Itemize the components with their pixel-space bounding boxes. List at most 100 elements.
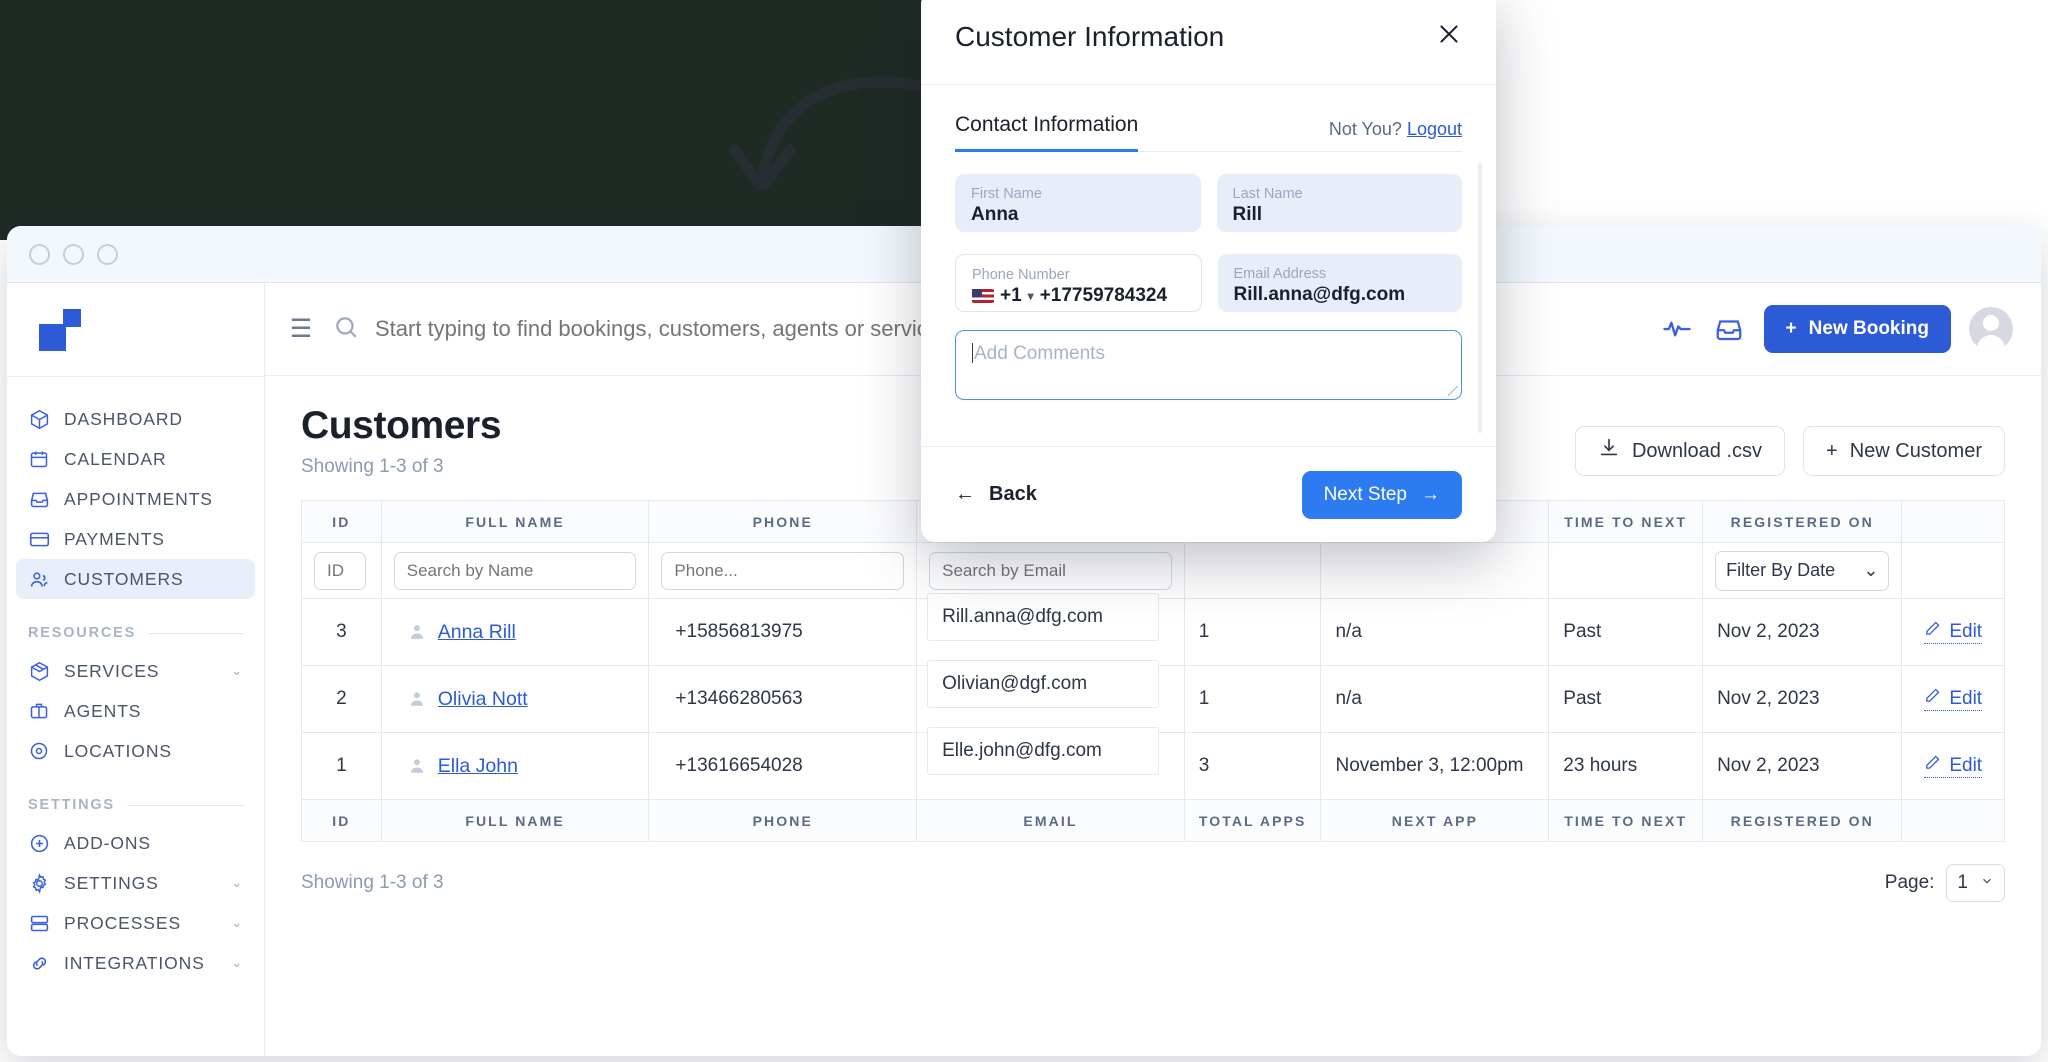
page-subtitle: Showing 1-3 of 3 bbox=[301, 456, 444, 477]
filter-name-input[interactable] bbox=[393, 551, 637, 590]
customer-name-link[interactable]: Ella John bbox=[438, 755, 518, 778]
page-value: 1 bbox=[1957, 872, 1968, 893]
phone-country-code: +1 bbox=[1000, 284, 1022, 306]
sidebar-divider bbox=[7, 376, 264, 377]
footer-email: EMAIL bbox=[916, 799, 1185, 842]
new-customer-button[interactable]: + New Customer bbox=[1803, 426, 2005, 476]
table-body: 3 Anna Rill +15856813975 Rill.anna@dfg.c… bbox=[301, 593, 2005, 800]
window-dot-minimize[interactable] bbox=[63, 243, 84, 265]
next-step-label: Next Step bbox=[1323, 483, 1407, 505]
curved-arrow-annotation bbox=[729, 76, 920, 190]
avatar[interactable] bbox=[1969, 307, 2013, 351]
footer-time-to-next: TIME TO NEXT bbox=[1548, 799, 1704, 842]
window-dot-maximize[interactable] bbox=[97, 243, 118, 265]
chevron-down-icon[interactable]: ⌄ bbox=[231, 955, 243, 971]
person-icon bbox=[408, 690, 426, 708]
column-header-actions bbox=[1901, 500, 2005, 543]
table-row[interactable]: 1 Ella John +13616654028 Elle.john@dfg.c… bbox=[301, 727, 2005, 800]
footer-registered-on: REGISTERED ON bbox=[1702, 799, 1903, 842]
column-header-phone[interactable]: PHONE bbox=[648, 500, 918, 543]
comments-textarea[interactable]: Add Comments bbox=[955, 330, 1462, 400]
sidebar-item-dashboard[interactable]: DASHBOARD bbox=[16, 399, 255, 439]
sidebar-item-appointments[interactable]: APPOINTMENTS bbox=[16, 479, 255, 519]
sidebar-item-calendar[interactable]: CALENDAR bbox=[16, 439, 255, 479]
table-footer-row: ID FULL NAME PHONE EMAIL TOTAL APPS NEXT… bbox=[301, 799, 2005, 842]
hamburger-icon[interactable]: ☰ bbox=[287, 314, 315, 344]
filter-by-date-select[interactable]: Filter By Date ⌄ bbox=[1715, 550, 1890, 591]
back-button[interactable]: ← Back bbox=[955, 483, 1037, 506]
cell-id: 1 bbox=[301, 732, 382, 800]
cell-next-app: November 3, 12:00pm bbox=[1320, 732, 1550, 800]
sidebar-item-agents[interactable]: AGENTS bbox=[16, 691, 255, 731]
filter-cell-name bbox=[380, 542, 650, 599]
table-row[interactable]: 3 Anna Rill +15856813975 Rill.anna@dfg.c… bbox=[301, 593, 2005, 666]
filter-email-input[interactable] bbox=[929, 551, 1172, 590]
email-address-field[interactable]: Email Address Rill.anna@dfg.com bbox=[1217, 254, 1462, 312]
footer-id: ID bbox=[301, 799, 382, 842]
pulse-icon[interactable] bbox=[1660, 312, 1694, 346]
customers-table: ID FULL NAME PHONE EMAIL TOTAL APPS NEXT… bbox=[301, 500, 2005, 842]
first-name-field[interactable]: First Name Anna bbox=[955, 174, 1201, 232]
column-header-registered-on[interactable]: REGISTERED ON bbox=[1702, 500, 1903, 543]
sidebar-item-payments[interactable]: PAYMENTS bbox=[16, 519, 255, 559]
person-icon bbox=[408, 757, 426, 775]
sidebar-item-customers[interactable]: CUSTOMERS bbox=[16, 559, 255, 599]
edit-button[interactable]: Edit bbox=[1924, 620, 1983, 644]
filter-phone-input[interactable] bbox=[661, 551, 905, 590]
customer-name-link[interactable]: Olivia Nott bbox=[438, 688, 528, 711]
sidebar-item-settings[interactable]: SETTINGS ⌄ bbox=[16, 863, 255, 903]
edit-button[interactable]: Edit bbox=[1924, 754, 1983, 778]
page-actions: Download .csv + New Customer bbox=[1574, 404, 2005, 476]
phone-number-field[interactable]: Phone Number +1 ▾ +17759784324 bbox=[955, 254, 1202, 312]
column-header-full-name[interactable]: FULL NAME bbox=[380, 500, 650, 543]
sidebar-item-services[interactable]: SERVICES ⌄ bbox=[16, 651, 255, 691]
cell-full-name: Anna Rill bbox=[380, 598, 650, 666]
chevron-down-icon[interactable]: ⌄ bbox=[231, 875, 243, 891]
next-step-button[interactable]: Next Step → bbox=[1301, 470, 1462, 519]
sidebar-group-label: SETTINGS bbox=[28, 797, 115, 813]
briefcase-icon bbox=[28, 700, 50, 722]
page-select[interactable]: 1 bbox=[1946, 864, 2005, 902]
cell-registered-on: Nov 2, 2023 bbox=[1702, 598, 1903, 666]
us-flag-icon bbox=[972, 288, 994, 303]
filter-cell-total-apps bbox=[1183, 542, 1322, 599]
filter-cell-id bbox=[301, 542, 382, 599]
chevron-down-icon[interactable]: ⌄ bbox=[231, 663, 243, 679]
group-divider bbox=[126, 804, 244, 806]
table-footer-bar: Showing 1-3 of 3 Page: 1 bbox=[301, 864, 2005, 902]
table-row[interactable]: 2 Olivia Nott +13466280563 Olivian@dgf.c… bbox=[301, 660, 2005, 733]
email-value: Elle.john@dfg.com bbox=[927, 727, 1160, 775]
sidebar-item-label: INTEGRATIONS bbox=[64, 952, 205, 973]
footer-total-apps: TOTAL APPS bbox=[1183, 799, 1322, 842]
sidebar-item-integrations[interactable]: INTEGRATIONS ⌄ bbox=[16, 943, 255, 983]
edit-button[interactable]: Edit bbox=[1924, 687, 1983, 711]
new-booking-button[interactable]: + New Booking bbox=[1763, 305, 1951, 353]
close-icon[interactable] bbox=[1436, 21, 1462, 53]
inbox-icon[interactable] bbox=[1712, 312, 1746, 346]
app-logo-icon[interactable] bbox=[39, 308, 81, 351]
logout-link[interactable]: Logout bbox=[1407, 119, 1462, 139]
pencil-icon bbox=[1924, 620, 1941, 643]
download-csv-button[interactable]: Download .csv bbox=[1574, 426, 1786, 476]
sidebar-item-add-ons[interactable]: ADD-ONS bbox=[16, 823, 255, 863]
column-header-id[interactable]: ID bbox=[301, 500, 382, 543]
modal-scrollbar[interactable] bbox=[1478, 163, 1482, 433]
arrow-right-icon: → bbox=[1421, 483, 1440, 505]
cube-icon bbox=[28, 408, 50, 430]
customer-name-link[interactable]: Anna Rill bbox=[438, 621, 516, 644]
tab-contact-information[interactable]: Contact Information bbox=[955, 113, 1139, 152]
window-dot-close[interactable] bbox=[29, 243, 50, 265]
phone-number-label: Phone Number bbox=[972, 267, 1070, 284]
download-csv-label: Download .csv bbox=[1631, 439, 1763, 462]
cell-next-app: n/a bbox=[1320, 598, 1550, 666]
chevron-down-icon[interactable]: ⌄ bbox=[231, 915, 243, 931]
column-header-time-to-next[interactable]: TIME TO NEXT bbox=[1548, 500, 1704, 543]
modal-footer: ← Back Next Step → bbox=[921, 446, 1496, 542]
new-booking-label: New Booking bbox=[1808, 318, 1929, 339]
filter-id-input[interactable] bbox=[314, 551, 366, 590]
last-name-field[interactable]: Last Name Rill bbox=[1216, 174, 1462, 232]
caret-down-icon[interactable]: ▾ bbox=[1028, 289, 1034, 303]
sidebar-item-label: AGENTS bbox=[64, 700, 142, 721]
sidebar-item-processes[interactable]: PROCESSES ⌄ bbox=[16, 903, 255, 943]
sidebar-item-locations[interactable]: LOCATIONS bbox=[16, 731, 255, 771]
